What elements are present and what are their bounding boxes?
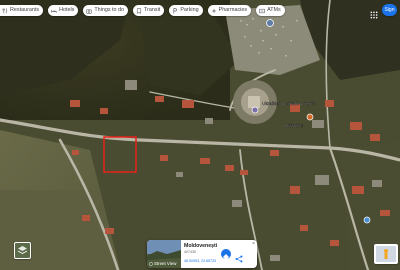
map-pin-icon[interactable]: [251, 106, 259, 114]
filter-chip-label: Pharmacies: [218, 7, 248, 13]
pharmacy-icon: [211, 8, 217, 14]
coordinates[interactable]: 46.50953, 23.65733: [184, 259, 216, 263]
street-view-icon: [149, 261, 153, 266]
filter-chip-parking[interactable]: Parking: [169, 5, 203, 16]
layers-icon: [17, 246, 28, 254]
camera-icon: [86, 8, 93, 14]
map-label: Ukrainian Catholic Church: [262, 101, 316, 106]
sign-in-button[interactable]: Sign: [382, 4, 397, 16]
filter-chip-hotels[interactable]: Hotels: [48, 5, 79, 16]
filter-chip-things-to-do[interactable]: Things to do: [83, 5, 129, 16]
filter-chip-atms[interactable]: ATMs: [256, 5, 285, 16]
category-filter-bar: Restaurants Hotels Things to do Transit …: [0, 5, 285, 16]
parking-icon: [172, 7, 178, 14]
close-icon[interactable]: ×: [252, 241, 255, 247]
place-name: Moldovenești: [184, 243, 218, 249]
transit-icon: [136, 7, 142, 14]
filter-chip-label: Parking: [180, 7, 199, 13]
street-view-label: Street View: [154, 261, 177, 266]
hotel-icon: [51, 8, 57, 14]
pegman-icon: [376, 246, 396, 262]
restaurant-icon: [2, 7, 8, 14]
map-pin-icon[interactable]: [306, 113, 314, 121]
apps-grid-icon[interactable]: [370, 6, 378, 19]
map-pin-icon[interactable]: [363, 216, 371, 224]
postal-code: 407430: [184, 250, 196, 254]
street-view-thumbnail[interactable]: Street View: [147, 240, 181, 268]
atm-icon: [259, 8, 265, 14]
filter-chip-label: Transit: [144, 7, 161, 13]
filter-chip-label: ATMs: [267, 7, 281, 13]
map-label: Orthodox: [284, 123, 304, 128]
share-button[interactable]: [235, 250, 243, 263]
street-view-pegman-button[interactable]: [374, 244, 398, 264]
place-info-card[interactable]: Street View Moldovenești 407430 46.50953…: [147, 240, 257, 268]
directions-button[interactable]: [221, 249, 231, 260]
filter-chip-pharmacies[interactable]: Pharmacies: [207, 5, 252, 16]
share-icon: [235, 255, 243, 263]
layers-toggle-button[interactable]: [14, 242, 31, 259]
directions-icon: [223, 254, 229, 260]
filter-chip-label: Restaurants: [10, 7, 40, 13]
filter-chip-restaurants[interactable]: Restaurants: [0, 5, 44, 16]
map-pin-icon[interactable]: [266, 19, 274, 27]
filter-chip-transit[interactable]: Transit: [133, 5, 165, 16]
filter-chip-label: Things to do: [94, 7, 125, 13]
filter-chip-label: Hotels: [59, 7, 75, 13]
satellite-map[interactable]: Ukrainian Catholic Church Orthodox: [0, 0, 400, 270]
